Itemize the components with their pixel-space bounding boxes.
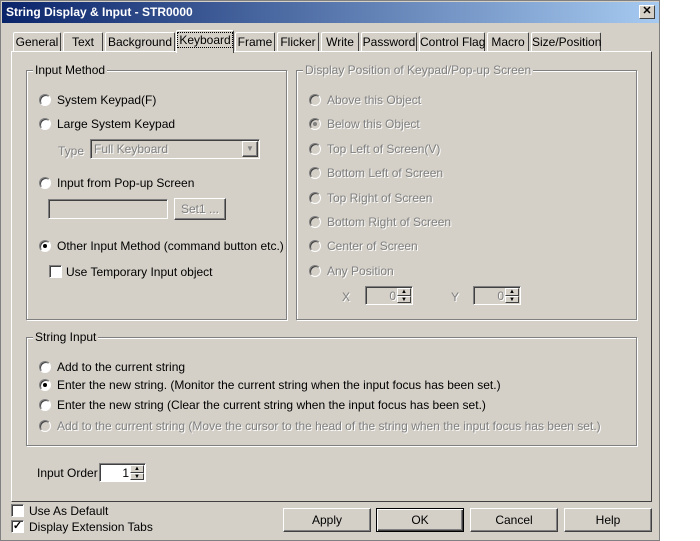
radio-add-current-head[interactable] xyxy=(39,420,51,432)
window-title: String Display & Input - STR0000 xyxy=(6,5,193,19)
type-dropdown[interactable]: Full Keyboard ▼ xyxy=(90,139,260,159)
radio-below-object[interactable] xyxy=(309,118,321,130)
tab-keyboard[interactable]: Keyboard xyxy=(176,30,234,53)
tab-control-flag[interactable]: Control Flag xyxy=(419,32,485,52)
help-button[interactable]: Help xyxy=(564,508,652,532)
string-input-title: String Input xyxy=(33,330,99,344)
any-position-label: Any Position xyxy=(327,264,394,278)
other-input-method-label: Other Input Method (command button etc.) xyxy=(57,239,284,253)
type-dropdown-value: Full Keyboard xyxy=(94,142,169,156)
radio-add-current[interactable] xyxy=(39,361,51,373)
display-position-group: Display Position of Keypad/Pop-up Screen… xyxy=(296,63,637,320)
radio-input-from-popup[interactable] xyxy=(39,177,51,189)
input-order-spin-buttons[interactable]: ▲ ▼ xyxy=(130,465,144,480)
use-temporary-checkbox[interactable] xyxy=(49,265,62,278)
input-order-label: Input Order xyxy=(37,466,98,480)
top-right-label: Top Right of Screen xyxy=(327,191,433,205)
add-current-head-label: Add to the current string (Move the curs… xyxy=(57,419,601,433)
enter-new-monitor-label: Enter the new string. (Monitor the curre… xyxy=(57,378,501,392)
use-as-default-checkbox[interactable] xyxy=(11,504,24,517)
tab-frame[interactable]: Frame xyxy=(235,32,275,52)
cancel-button[interactable]: Cancel xyxy=(470,508,558,532)
x-stepper[interactable]: 0 ▲ ▼ xyxy=(365,286,413,305)
spin-down-icon: ▼ xyxy=(130,472,144,480)
tab-general[interactable]: General xyxy=(13,32,61,52)
radio-top-right[interactable] xyxy=(309,192,321,204)
spin-up-icon: ▲ xyxy=(505,288,519,296)
radio-system-keypad[interactable] xyxy=(39,94,51,106)
x-spin-buttons[interactable]: ▲ ▼ xyxy=(397,288,411,303)
spin-up-icon: ▲ xyxy=(397,288,411,296)
apply-button[interactable]: Apply xyxy=(283,508,371,532)
tab-size-position[interactable]: Size/Position xyxy=(531,32,601,52)
radio-enter-new-clear[interactable] xyxy=(39,399,51,411)
radio-enter-new-monitor[interactable] xyxy=(39,379,51,391)
popup-screen-field[interactable] xyxy=(48,199,168,219)
bottom-left-label: Bottom Left of Screen xyxy=(327,166,444,180)
radio-any-position[interactable] xyxy=(309,265,321,277)
set-button[interactable]: Set1 ... xyxy=(174,198,226,220)
close-button[interactable]: ✕ xyxy=(639,5,655,19)
y-value: 0 xyxy=(497,289,504,303)
input-from-popup-label: Input from Pop-up Screen xyxy=(57,176,195,190)
spin-up-icon: ▲ xyxy=(130,465,144,473)
string-input-group: String Input Add to the current string E… xyxy=(26,330,637,446)
spin-down-icon: ▼ xyxy=(505,295,519,303)
radio-bottom-right[interactable] xyxy=(309,216,321,228)
enter-new-clear-label: Enter the new string (Clear the current … xyxy=(57,398,486,412)
radio-large-system-keypad[interactable] xyxy=(39,118,51,130)
radio-top-left[interactable] xyxy=(309,143,321,155)
y-spin-buttons[interactable]: ▲ ▼ xyxy=(505,288,519,303)
display-position-title: Display Position of Keypad/Pop-up Screen xyxy=(303,63,534,77)
spin-down-icon: ▼ xyxy=(397,295,411,303)
title-bar: String Display & Input - STR0000 ✕ xyxy=(2,2,659,23)
above-object-label: Above this Object xyxy=(327,93,422,107)
close-icon: ✕ xyxy=(642,5,652,17)
display-extension-tabs-checkbox[interactable]: ✓ xyxy=(11,520,24,533)
keyboard-tab-panel: Input Method System Keypad(F) Large Syst… xyxy=(11,51,652,502)
radio-other-input-method[interactable] xyxy=(39,240,51,252)
chevron-down-icon: ▼ xyxy=(242,141,258,157)
tab-macro[interactable]: Macro xyxy=(487,32,529,52)
input-order-value: 1 xyxy=(122,466,129,480)
input-method-title: Input Method xyxy=(33,63,108,77)
radio-bottom-left[interactable] xyxy=(309,167,321,179)
add-current-label: Add to the current string xyxy=(57,360,186,374)
x-label: X xyxy=(342,290,351,304)
top-left-label: Top Left of Screen(V) xyxy=(327,142,441,156)
tab-text[interactable]: Text xyxy=(63,32,103,52)
center-label: Center of Screen xyxy=(327,239,418,253)
dialog-window: String Display & Input - STR0000 ✕ Gener… xyxy=(0,0,660,541)
tab-background[interactable]: Background xyxy=(105,32,175,52)
use-as-default-label: Use As Default xyxy=(29,504,109,518)
display-extension-tabs-label: Display Extension Tabs xyxy=(29,520,153,534)
radio-center[interactable] xyxy=(309,240,321,252)
system-keypad-label: System Keypad(F) xyxy=(57,93,157,107)
below-object-label: Below this Object xyxy=(327,117,420,131)
y-stepper[interactable]: 0 ▲ ▼ xyxy=(473,286,521,305)
tab-password[interactable]: Password xyxy=(361,32,417,52)
tab-flicker[interactable]: Flicker xyxy=(277,32,319,52)
type-label: Type xyxy=(58,144,85,158)
input-method-group: Input Method System Keypad(F) Large Syst… xyxy=(26,63,287,320)
bottom-right-label: Bottom Right of Screen xyxy=(327,215,452,229)
tab-write[interactable]: Write xyxy=(321,32,359,52)
x-value: 0 xyxy=(389,289,396,303)
input-order-stepper[interactable]: 1 ▲ ▼ xyxy=(99,463,146,482)
large-system-keypad-label: Large System Keypad xyxy=(57,117,176,131)
radio-above-object[interactable] xyxy=(309,94,321,106)
ok-button[interactable]: OK xyxy=(376,508,464,532)
y-label: Y xyxy=(451,290,460,304)
use-temporary-label: Use Temporary Input object xyxy=(66,265,213,279)
